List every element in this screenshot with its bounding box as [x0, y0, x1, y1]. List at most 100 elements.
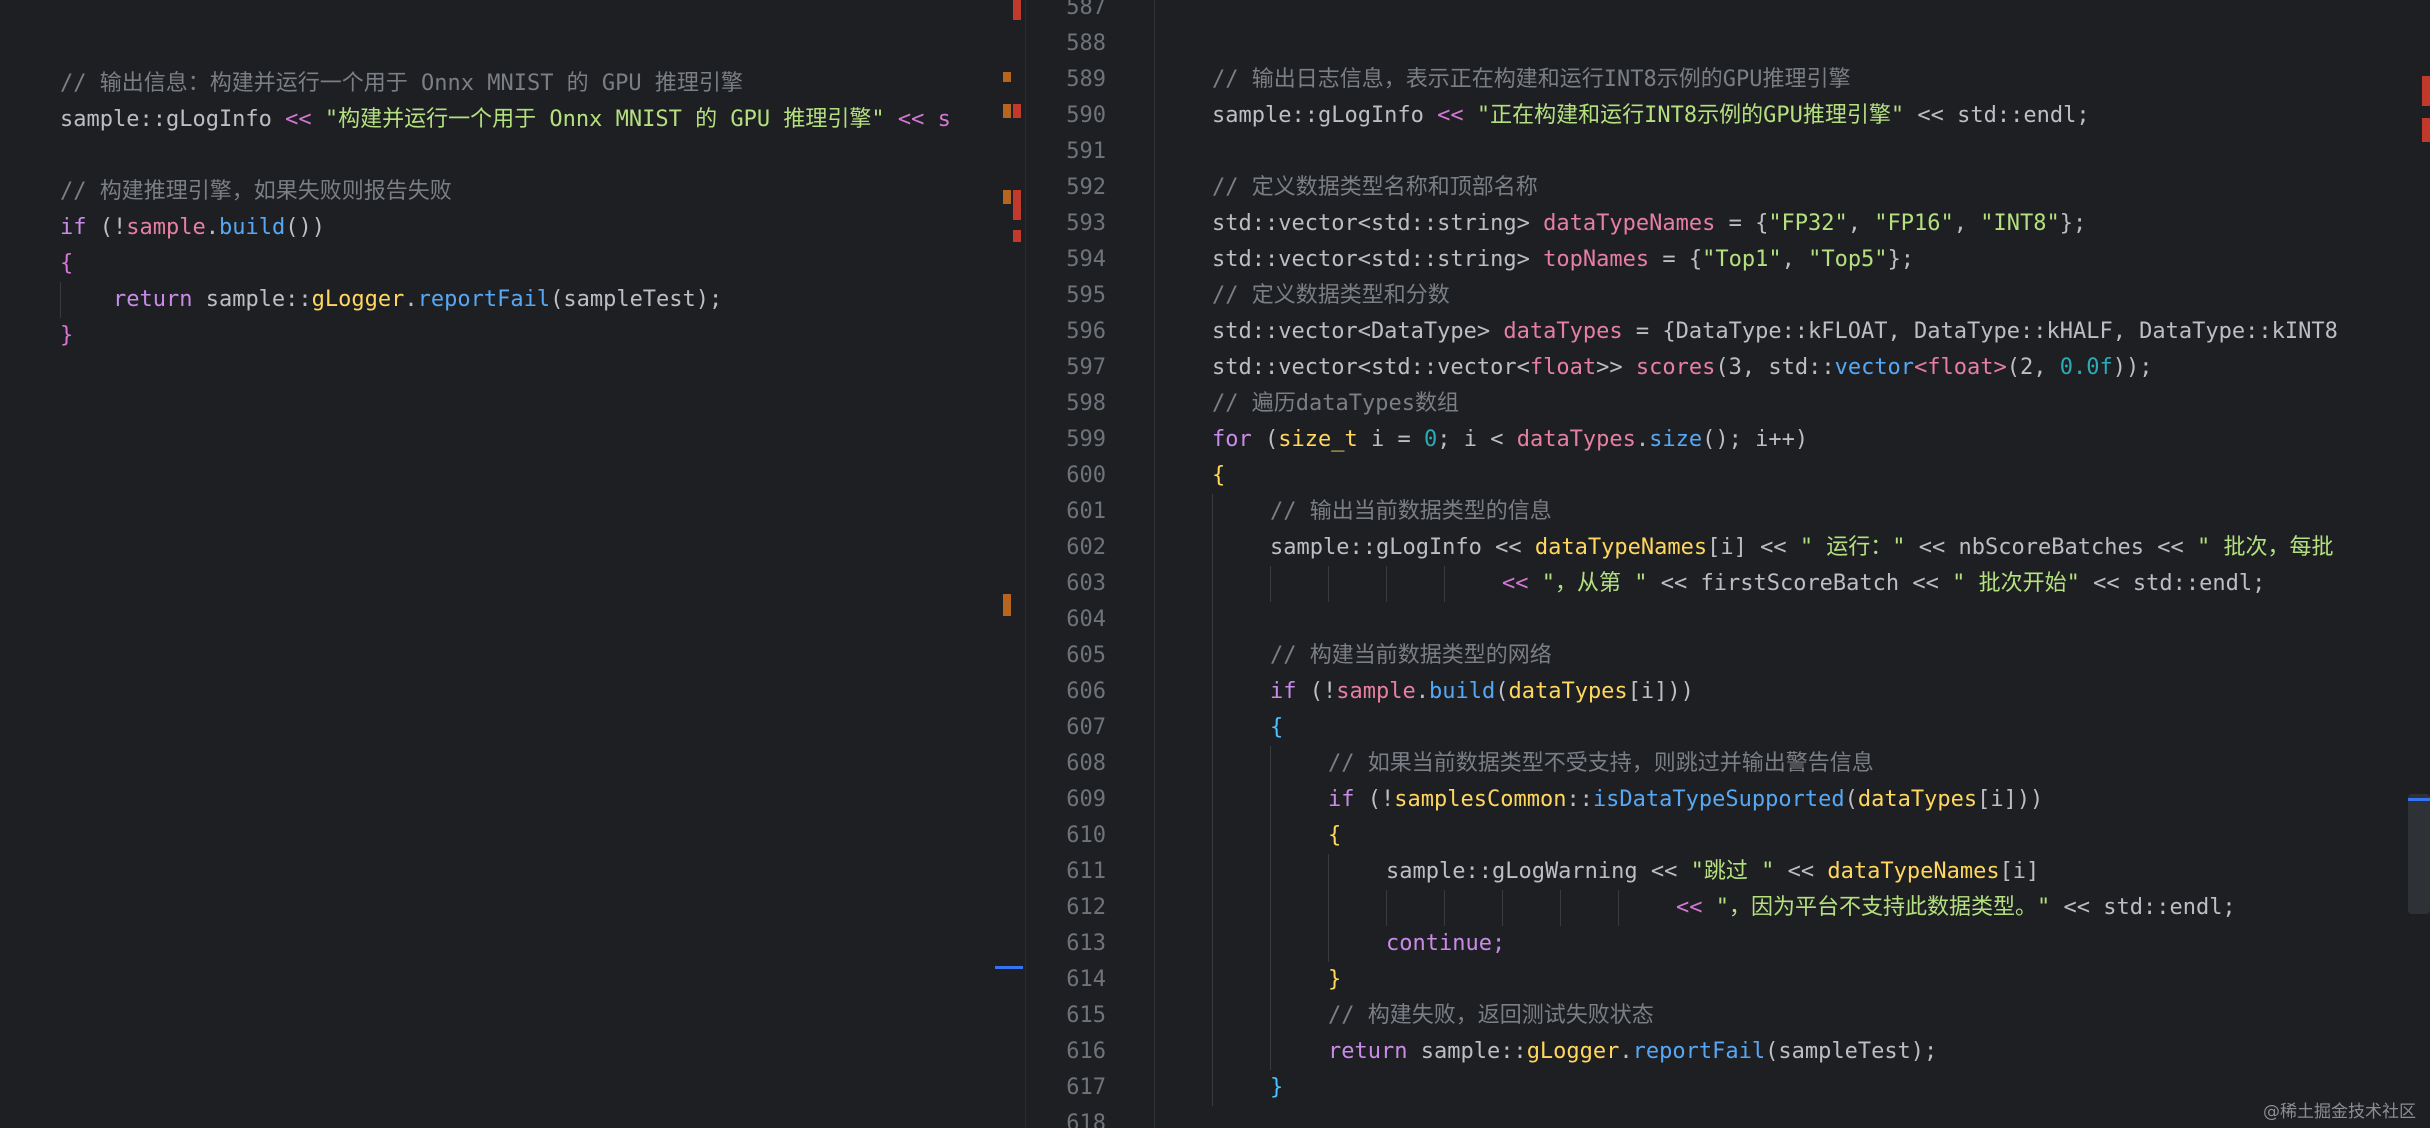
left-editor-pane[interactable]: // 输出信息：构建并运行一个用于 Onnx MNIST 的 GPU 推理引擎 …: [0, 0, 995, 1128]
line-number: 594: [1066, 247, 1106, 272]
code-token: gLogger: [1526, 1039, 1620, 1064]
code-token: }: [1328, 967, 1342, 992]
warning-marker[interactable]: [1003, 594, 1011, 616]
code-token: {: [1270, 715, 1284, 740]
line-number: 602: [1066, 535, 1106, 560]
code-function: reportFail: [417, 287, 551, 312]
code-variable: topNames: [1543, 247, 1650, 272]
code-token: };: [2059, 211, 2087, 236]
warning-marker[interactable]: [1003, 72, 1011, 82]
error-marker[interactable]: [1013, 190, 1021, 220]
line-number: 587: [1066, 0, 1106, 20]
code-line: }: [1212, 1070, 2338, 1106]
error-marker[interactable]: [2422, 118, 2430, 142]
code-variable: scores: [1635, 355, 1716, 380]
right-code-area[interactable]: // 输出日志信息，表示正在构建和运行INT8示例的GPU推理引擎 sample…: [1212, 0, 2338, 1128]
code-string: "，从第 ": [1541, 571, 1648, 596]
code-keyword: for: [1212, 427, 1252, 452]
code-type: size_t: [1278, 427, 1358, 452]
code-line: // 构建当前数据类型的网络: [1212, 638, 2338, 674]
code-token: std::vector<std::vector<: [1212, 355, 1530, 380]
code-token: sample: [126, 215, 206, 240]
code-variable: dataTypes: [1516, 427, 1636, 452]
code-token: << std::endl;: [2050, 895, 2236, 920]
code-comment: // 输出日志信息，表示正在构建和运行INT8示例的GPU推理引擎: [1212, 67, 1851, 92]
code-variable: dataTypeNames: [1827, 859, 2000, 884]
code-comment: // 输出当前数据类型的信息: [1270, 499, 1552, 524]
line-number: 604: [1066, 607, 1106, 632]
code-token: ,: [1953, 211, 1981, 236]
code-function: reportFail: [1632, 1039, 1766, 1064]
code-line: sample::gLogInfo << "正在构建和运行INT8示例的GPU推理…: [1212, 98, 2338, 134]
code-string: " 运行：": [1799, 535, 1906, 560]
code-token: <<: [1502, 571, 1542, 596]
code-line: }: [1212, 962, 2338, 998]
code-token: sample::gLogInfo: [60, 107, 286, 132]
code-token: (sampleTest);: [1765, 1039, 1938, 1064]
error-marker[interactable]: [1013, 230, 1021, 242]
code-line: // 构建失败，返回测试失败状态: [1212, 998, 2338, 1034]
line-number: 592: [1066, 175, 1106, 200]
line-number: 591: [1066, 139, 1106, 164]
code-line: std::vector<std::string> topNames = { "To…: [1212, 242, 2338, 278]
code-token: .: [1619, 1039, 1633, 1064]
left-code-area[interactable]: // 输出信息：构建并运行一个用于 Onnx MNIST 的 GPU 推理引擎 …: [60, 66, 951, 354]
code-line: {: [60, 251, 74, 276]
code-token: [i] <<: [1707, 535, 1800, 560]
code-string: " 批次开始": [1952, 571, 2080, 596]
watermark: @稀土掘金技术社区: [2263, 1102, 2416, 1122]
code-line-blank: [1212, 602, 2338, 638]
line-number: 595: [1066, 283, 1106, 308]
code-token: sample::: [1420, 1039, 1527, 1064]
code-variable: sample: [1336, 679, 1416, 704]
code-token: = {: [1649, 247, 1703, 272]
code-token: << nbScoreBatches <<: [1905, 535, 2197, 560]
warning-marker[interactable]: [1003, 190, 1011, 204]
code-function: size: [1649, 427, 1703, 452]
line-number: 596: [1066, 319, 1106, 344]
code-token: i =: [1357, 427, 1424, 452]
code-line: if (!sample.build()): [60, 210, 951, 246]
line-number: 593: [1066, 211, 1106, 236]
gutter-divider: [1154, 0, 1155, 1128]
code-string: " 批次，每批: [2196, 535, 2334, 560]
code-line: sample::gLogWarning << "跳过 " << dataType…: [1212, 854, 2338, 890]
code-string: "Top5": [1808, 247, 1888, 272]
warning-marker[interactable]: [1003, 104, 1011, 118]
code-token: .: [404, 287, 418, 312]
code-token: << s: [884, 107, 951, 132]
code-line: {: [1212, 710, 2338, 746]
line-number: 601: [1066, 499, 1106, 524]
line-number: 614: [1066, 967, 1106, 992]
code-variable: dataTypes: [1508, 679, 1628, 704]
line-number: 603: [1066, 571, 1106, 596]
code-token: ()): [285, 215, 325, 240]
code-keyword: if: [1270, 679, 1297, 704]
code-token: >>: [1596, 355, 1636, 380]
code-token: <<: [1437, 103, 1477, 128]
code-token: std::vector<std::string>: [1212, 247, 1544, 272]
code-token: << std::endl;: [2079, 571, 2266, 596]
code-token: (: [1251, 427, 1279, 452]
code-line: if (!sample.build(dataTypes[i])): [1212, 674, 2338, 710]
error-marker[interactable]: [1013, 104, 1021, 118]
vertical-scrollbar-thumb[interactable]: [2408, 794, 2430, 914]
code-line: sample::gLogInfo << "构建并运行一个用于 Onnx MNIS…: [60, 102, 951, 138]
code-string: "INT8": [1980, 211, 2060, 236]
code-keyword: continue;: [1386, 931, 1506, 956]
code-token: };: [1887, 247, 1915, 272]
code-token: sample::gLogInfo <<: [1270, 535, 1535, 560]
code-line: std::vector<std::string> dataTypeNames =…: [1212, 206, 2338, 242]
code-comment: // 如果当前数据类型不受支持，则跳过并输出警告信息: [1328, 751, 1874, 776]
code-token: sample::gLogWarning <<: [1386, 859, 1691, 884]
line-number: 611: [1066, 859, 1106, 884]
error-marker[interactable]: [1013, 0, 1021, 20]
code-token: (3, std::: [1715, 355, 1835, 380]
code-token: (!: [86, 215, 127, 240]
error-marker[interactable]: [2422, 76, 2430, 106]
code-token: }: [1270, 1075, 1284, 1100]
right-editor-pane[interactable]: 587 588 589 590 591 592 593 594 595 596 …: [1026, 0, 2430, 1128]
left-scrollbar-gutter[interactable]: [995, 0, 1026, 1128]
